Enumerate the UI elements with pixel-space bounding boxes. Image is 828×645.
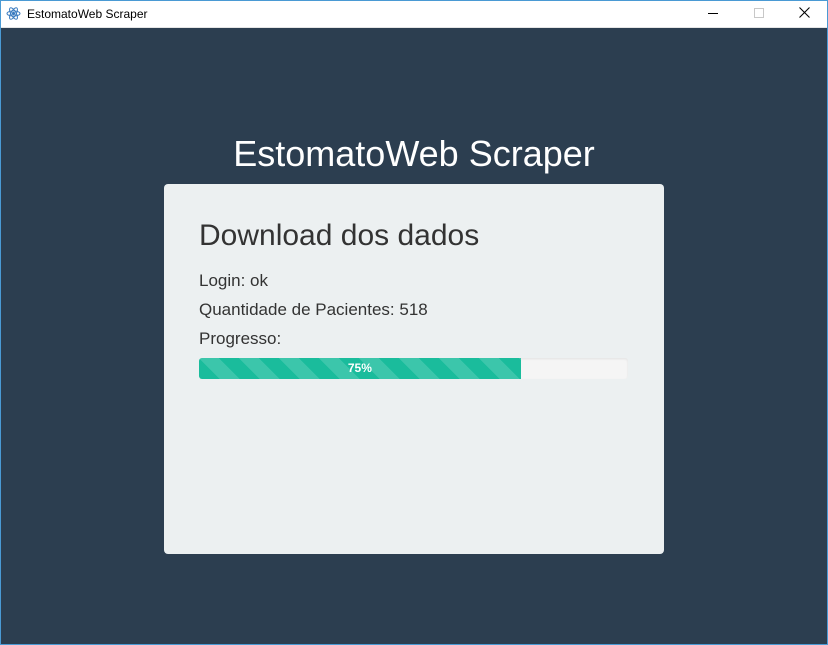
card-heading: Download dos dados	[199, 219, 480, 252]
app-window: EstomatoWeb Scraper EstomatoWeb Scraper …	[0, 0, 828, 645]
main-content: EstomatoWeb Scraper Download dos dados L…	[1, 28, 827, 644]
close-icon	[798, 5, 810, 23]
window-title: EstomatoWeb Scraper	[27, 7, 148, 21]
download-card: Download dos dados Login: ok Quantidade …	[164, 184, 664, 554]
title-bar[interactable]: EstomatoWeb Scraper	[1, 1, 827, 28]
minimize-icon	[708, 5, 718, 23]
progress-track: 75%	[199, 358, 628, 379]
page-title: EstomatoWeb Scraper	[233, 133, 595, 174]
minimize-button[interactable]	[690, 1, 736, 27]
progress-bar-fill: 75%	[199, 358, 521, 379]
login-status: Login: ok	[199, 271, 268, 290]
progress-label: Progresso:	[199, 329, 282, 348]
atom-icon	[6, 6, 21, 21]
maximize-button[interactable]	[736, 1, 782, 27]
maximize-icon	[754, 5, 764, 23]
close-button[interactable]	[781, 1, 827, 27]
patient-count: Quantidade de Pacientes: 518	[199, 300, 428, 319]
